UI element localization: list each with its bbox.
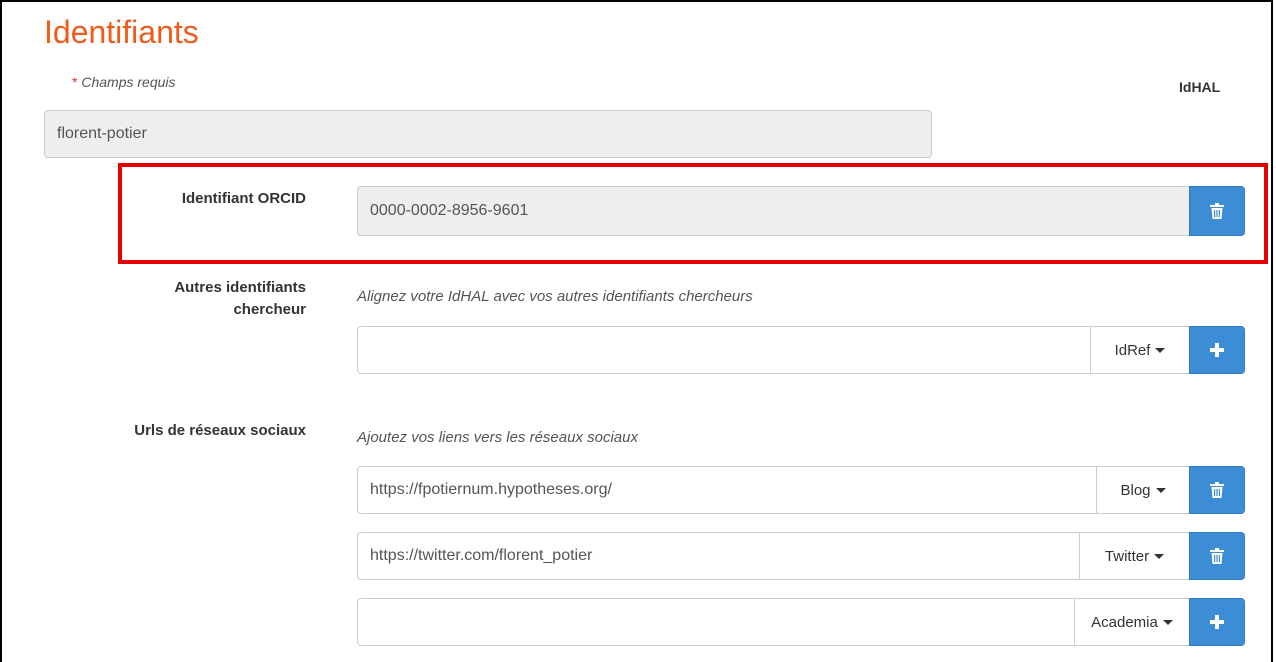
social-url-value: https://fpotiernum.hypotheses.org/ [370,481,612,498]
social-type-dropdown[interactable]: Academia [1074,598,1190,646]
social-url-input[interactable]: https://twitter.com/florent_potier [357,532,1080,580]
social-url-input[interactable] [357,598,1075,646]
orcid-highlight-box [118,163,1268,264]
other-ids-type-label: IdRef [1114,341,1151,359]
social-type-label: Blog [1120,481,1151,499]
other-ids-label-line2: chercheur [233,301,306,318]
caret-down-icon [1155,487,1166,493]
social-add-button[interactable] [1189,598,1245,646]
social-type-dropdown[interactable]: Blog [1096,466,1190,514]
social-delete-button[interactable] [1189,532,1245,580]
trash-icon [1210,482,1224,498]
other-ids-label-line1: Autres identifiants [174,279,306,296]
other-ids-label: Autres identifiants chercheur [100,277,306,321]
caret-down-icon [1162,619,1173,625]
social-url-value: https://twitter.com/florent_potier [370,547,593,564]
social-type-label: Academia [1091,613,1158,631]
caret-down-icon [1154,553,1165,559]
other-ids-input[interactable] [357,326,1091,374]
required-text: Champs requis [81,74,176,90]
caret-down-icon [1155,347,1166,353]
social-url-input[interactable]: https://fpotiernum.hypotheses.org/ [357,466,1097,514]
required-note: * Champs requis [72,74,176,90]
social-hint: Ajoutez vos liens vers les réseaux socia… [357,429,638,446]
idhal-value: florent-potier [57,125,147,142]
required-star: * [72,74,78,90]
section-title: Identifiants [44,14,199,50]
social-delete-button[interactable] [1189,466,1245,514]
trash-icon [1210,548,1224,564]
social-type-label: Twitter [1104,547,1150,565]
plus-icon [1210,343,1224,357]
social-type-dropdown[interactable]: Twitter [1079,532,1190,580]
other-ids-hint: Alignez votre IdHAL avec vos autres iden… [357,288,753,305]
other-ids-add-button[interactable] [1189,326,1245,374]
other-ids-type-dropdown[interactable]: IdRef [1090,326,1190,374]
idhal-input[interactable]: florent-potier [44,110,932,158]
social-label: Urls de réseaux sociaux [134,422,306,439]
idhal-label: IdHAL [1179,79,1221,95]
plus-icon [1210,615,1224,629]
